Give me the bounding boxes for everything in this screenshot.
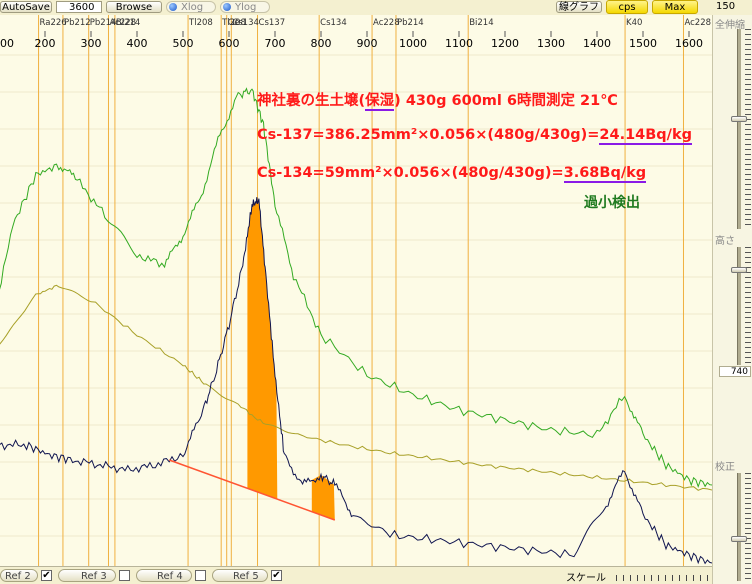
x-tick-label: 700 (265, 37, 286, 50)
nuclide-label: Bi214 (469, 18, 493, 28)
height-label: 高さ (715, 236, 735, 247)
annotation-line2-prefix: Cs-137=386.25mm²×0.056×(480g/430g)= (257, 127, 600, 143)
nuclide-label: Ra226 (40, 18, 67, 28)
ref3-button[interactable]: Ref 3 (58, 569, 116, 582)
autosave-button[interactable]: AutoSave (0, 1, 52, 13)
ref5-checkbox[interactable]: ✔ (271, 570, 282, 581)
ylog-toggle[interactable]: Ylog (220, 1, 270, 13)
x-tick-label: 200 (35, 37, 56, 50)
graph-mode-button[interactable]: 線グラフ (556, 1, 602, 13)
calib-label: 校正 (715, 462, 735, 473)
x-tick-label: 400 (127, 37, 148, 50)
height-slider-track[interactable] (737, 247, 741, 365)
x-tick-label: 00 (0, 37, 14, 50)
scale-ruler[interactable] (616, 575, 708, 581)
calib-slider-track[interactable] (737, 473, 741, 581)
xlog-label: Xlog (181, 2, 204, 13)
ref2-button[interactable]: Ref 2 (0, 569, 38, 582)
x-tick-label: 300 (81, 37, 102, 50)
nuclide-label: Cs137 (259, 18, 286, 28)
annotation-line1-underlined: 保湿 (365, 93, 395, 111)
max-button[interactable]: Max (652, 0, 698, 14)
spectrum-chart: 200 300 400 500 600 700 800 900 1000 1100 1200 1300… (0, 15, 712, 566)
series-line-1 (0, 284, 712, 491)
height-value[interactable]: 740 (719, 366, 751, 377)
annotation-line2: Cs-137=386.25mm²×0.056×(480g/430g)=24.14… (257, 127, 693, 145)
nuclide-label: Ac228 (373, 18, 400, 28)
annotation-line1-suffix: ) 430g 600ml 6時間測定 21℃ (394, 93, 618, 109)
xlog-toggle[interactable]: Xlog (166, 1, 216, 13)
x-tick-label: 1500 (629, 37, 657, 50)
calib-slider-ticks (745, 473, 751, 581)
annotation-line4: 過小検出 (584, 195, 640, 211)
ref4-button[interactable]: Ref 4 (136, 569, 192, 582)
series-line-0 (0, 87, 712, 488)
x-tick-label: 1400 (583, 37, 611, 50)
annotation-line3-result: 3.68Bq/kg (563, 165, 647, 183)
annotation-line1: 神社裏の生土壌(保湿) 430g 600ml 6時間測定 21℃ (257, 89, 618, 111)
nuclide-label: Ac228 (684, 18, 711, 28)
x-tick-label: 1600 (675, 37, 703, 50)
annotation-line3: Cs-134=59mm²×0.056×(480g/430g)=3.68Bq/kg (257, 165, 647, 183)
x-tick-label: 900 (357, 37, 378, 50)
annotation-line3-prefix: Cs-134=59mm²×0.056×(480g/430g)= (257, 165, 564, 181)
radio-icon (223, 3, 231, 11)
right-panel: 全伸縮 高さ 740 校正 (712, 15, 752, 584)
browse-button[interactable]: Browse (106, 1, 162, 13)
nuclide-label: Tl208 (188, 18, 213, 28)
x-tick-label: 1300 (537, 37, 565, 50)
zoom-slider-track[interactable] (737, 29, 741, 229)
x-tick-label: 600 (219, 37, 240, 50)
nuclide-label: Cs134 (320, 18, 347, 28)
cps-button[interactable]: cps (606, 0, 648, 14)
annotation-line2-result: 24.14Bq/kg (599, 127, 693, 145)
ylog-label: Ylog (235, 2, 257, 13)
annotation-line1-prefix: 神社裏の生土壌( (257, 93, 366, 109)
ref3-checkbox[interactable] (119, 570, 130, 581)
x-tick-label: 1200 (491, 37, 519, 50)
series-line-2 (0, 197, 712, 565)
x-tick-label: 500 (173, 37, 194, 50)
nuclide-label: Pb212 (64, 18, 91, 28)
bottom-bar: Ref 2 ✔ Ref 3 Ref 4 Ref 5 ✔ スケール (0, 566, 712, 584)
ref4-checkbox[interactable] (195, 570, 206, 581)
scale-label: スケール (566, 573, 606, 584)
toolbar: AutoSave 3600 Browse Xlog Ylog 線グラフ cps … (0, 0, 752, 16)
zoom-slider-thumb[interactable] (731, 116, 747, 122)
x-tick-label: 800 (311, 37, 332, 50)
height-slider-thumb[interactable] (731, 267, 747, 273)
ref2-checkbox[interactable]: ✔ (41, 570, 52, 581)
nuclide-label: K40 (626, 18, 642, 28)
max-value: 150 (716, 1, 736, 12)
nuclide-label: Cs134 (232, 18, 259, 28)
time-input[interactable]: 3600 (56, 1, 102, 13)
ref5-button[interactable]: Ref 5 (212, 569, 268, 582)
zoom-slider-ticks (745, 29, 751, 229)
nuclide-label: Bi214 (116, 18, 140, 28)
calib-slider-thumb[interactable] (731, 536, 747, 542)
height-slider-ticks (745, 247, 751, 365)
x-tick-label: 1000 (399, 37, 427, 50)
radio-icon (169, 3, 177, 11)
nuclide-label: Pb214 (397, 18, 424, 28)
x-tick-label: 1100 (445, 37, 473, 50)
